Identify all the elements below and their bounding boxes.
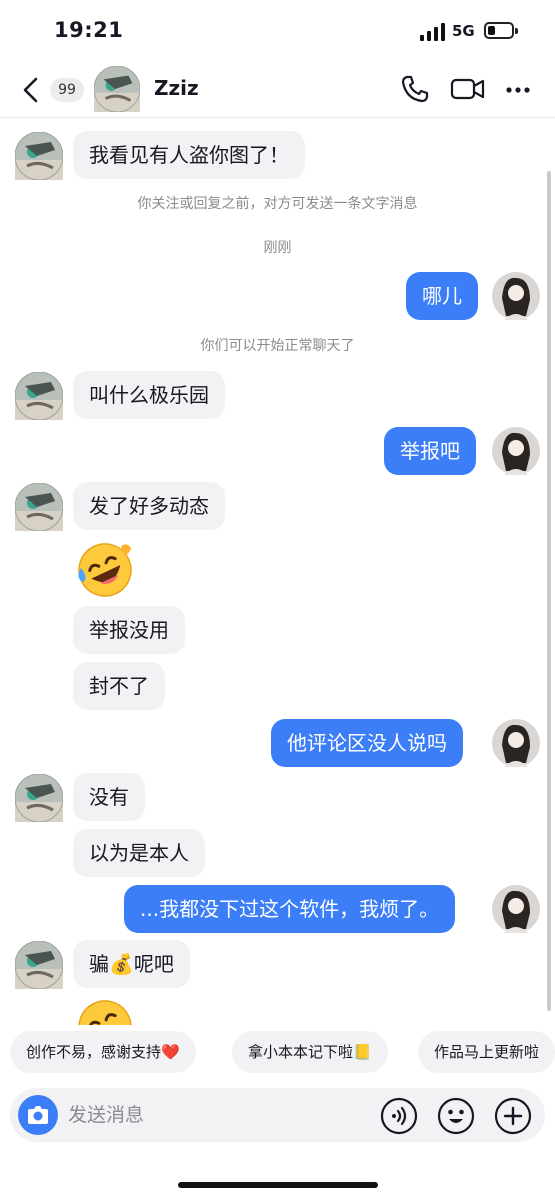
message-list[interactable]: 我看见有人盗你图了！ 你关注或回复之前，对方可发送一条文字消息 刚刚 哪儿 你们… [0,119,555,1025]
incoming-message[interactable]: 没有 [73,773,145,821]
incoming-message[interactable]: 封不了 [73,662,165,710]
battery-cap [515,28,518,34]
rolling-on-floor-laughing-emoji[interactable] [73,538,137,602]
system-notice: 你们可以开始正常聊天了 [200,338,355,354]
sender-avatar[interactable] [15,372,63,420]
scrollbar[interactable] [547,171,551,1011]
my-avatar[interactable] [492,427,540,475]
outgoing-message[interactable]: 举报吧 [384,427,476,475]
message-input[interactable] [68,1088,368,1142]
system-notice: 你关注或回复之前，对方可发送一条文字消息 [137,196,418,212]
rolling-on-floor-laughing-emoji[interactable] [73,995,137,1025]
battery-icon [484,22,514,39]
sender-avatar[interactable] [15,774,63,822]
phone-icon[interactable] [400,74,430,104]
home-indicator[interactable] [178,1182,378,1188]
plus-icon[interactable] [494,1097,532,1135]
status-time: 19:21 [54,18,124,42]
battery-fill [488,26,495,35]
chat-header: 99 Zziz [0,62,555,118]
message-input-bar [10,1088,545,1142]
sender-avatar[interactable] [15,941,63,989]
contact-name[interactable]: Zziz [154,76,199,100]
video-camera-icon[interactable] [450,74,486,104]
quick-reply-chip[interactable]: 创作不易，感谢支持❤️ [10,1031,196,1073]
incoming-message[interactable]: 以为是本人 [73,829,205,877]
sender-avatar[interactable] [15,483,63,531]
outgoing-message[interactable]: 哪儿 [406,272,478,320]
incoming-message[interactable]: 骗💰呢吧 [73,940,190,988]
timestamp: 刚刚 [263,240,292,256]
outgoing-message[interactable]: 他评论区没人说吗 [271,719,463,767]
back-chevron-icon[interactable] [18,76,44,104]
status-bar: 19:21 5G [0,0,555,62]
incoming-message[interactable]: 我看见有人盗你图了！ [73,131,305,179]
contact-avatar[interactable] [94,66,140,112]
sender-avatar[interactable] [15,132,63,180]
quick-reply-chip[interactable]: 作品马上更新啦 [418,1031,555,1073]
camera-icon [28,1106,48,1124]
incoming-message[interactable]: 发了好多动态 [73,482,225,530]
emoji-face-icon[interactable] [437,1097,475,1135]
more-dots-icon[interactable] [504,76,532,104]
network-label: 5G [452,22,475,40]
incoming-message[interactable]: 叫什么极乐园 [73,371,225,419]
outgoing-message[interactable]: ...我都没下过这个软件，我烦了。 [124,885,456,933]
quick-reply-chip[interactable]: 拿小本本记下啦📒 [232,1031,388,1073]
my-avatar[interactable] [492,885,540,933]
voice-icon[interactable] [380,1097,418,1135]
my-avatar[interactable] [492,719,540,767]
signal-strength-icon [420,23,445,41]
unread-count-badge[interactable]: 99 [50,78,84,102]
camera-button[interactable] [18,1095,58,1135]
quick-reply-row: 创作不易，感谢支持❤️ 拿小本本记下啦📒 作品马上更新啦 [0,1031,555,1073]
incoming-message[interactable]: 举报没用 [73,606,185,654]
my-avatar[interactable] [492,272,540,320]
